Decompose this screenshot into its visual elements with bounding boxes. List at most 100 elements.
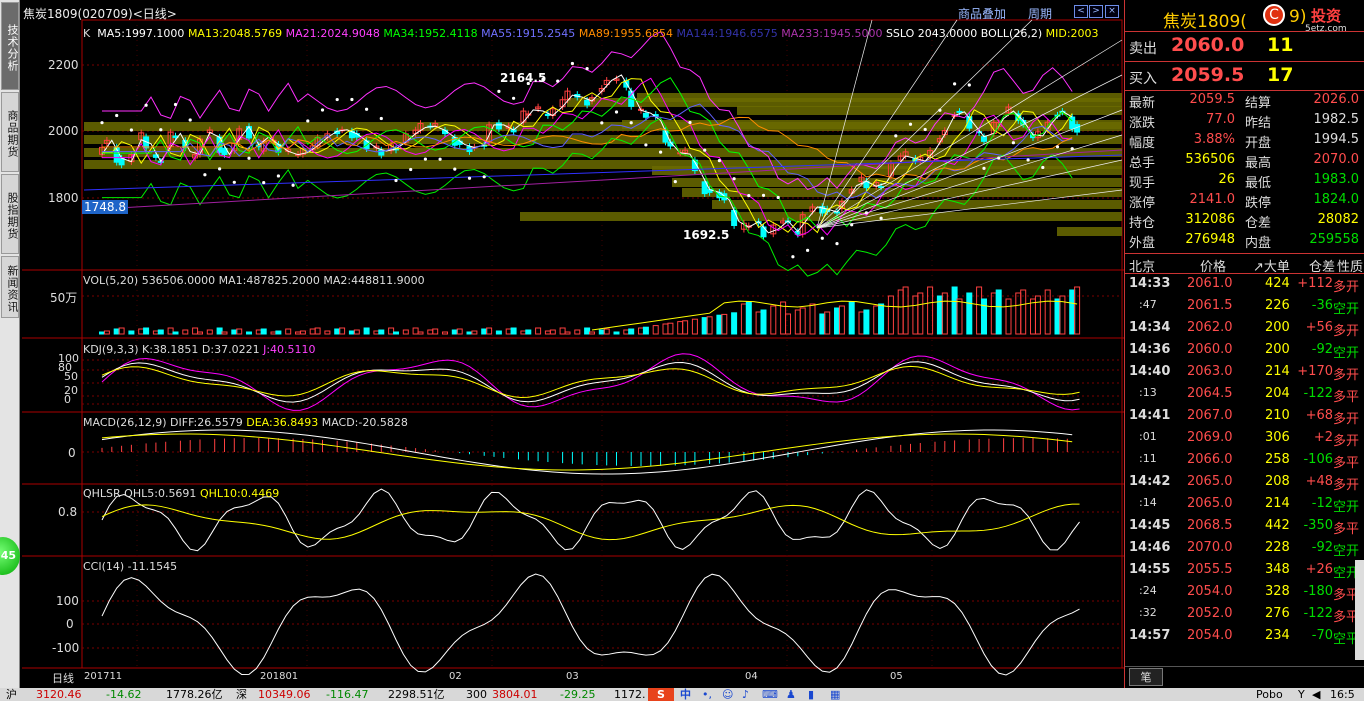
tick-price: 2068.5 — [1187, 518, 1233, 533]
qhlsr-legend: QHLSR QHL5:0.5691 QHL10:0.4469 — [83, 487, 280, 500]
volume-bar — [471, 330, 478, 335]
ime-menu-icon[interactable]: ▦ — [830, 688, 840, 701]
tick-price: 2064.5 — [1187, 386, 1233, 401]
tick-time: :47 — [1139, 298, 1157, 311]
candle-body — [981, 136, 987, 142]
tab-technical-analysis[interactable]: 技术分析 — [1, 2, 19, 90]
sar-dot — [335, 97, 339, 102]
tab-index-futures[interactable]: 股指期货 — [1, 174, 19, 254]
x-axis-03: 03 — [566, 671, 579, 682]
tick-change: +112 — [1297, 276, 1333, 291]
macd-axis: 0 — [68, 446, 76, 460]
ma-legend: K MA5:1997.1000 MA13:2048.5769 MA21:2024… — [83, 27, 1123, 40]
tick-time: 14:34 — [1129, 320, 1171, 335]
volume-bar — [897, 289, 904, 335]
volume-bar — [677, 321, 684, 335]
ime-logo-icon[interactable]: S — [648, 688, 674, 701]
sar-dot — [115, 113, 119, 118]
tab-news[interactable]: 新闻资讯 — [1, 256, 19, 318]
macd-legend: MACD(26,12,9) DIFF:26.5579 DEA:36.8493 M… — [83, 416, 408, 429]
quote-label: 跌停 — [1245, 196, 1272, 211]
x-axis-201801: 201801 — [260, 671, 299, 682]
period-button[interactable]: 周期 — [1028, 5, 1052, 22]
tick-header: 北京 价格 ↗大单 仓差 性质 — [1125, 255, 1364, 275]
sar-dot — [291, 183, 295, 187]
tick-volume: 204 — [1265, 386, 1290, 401]
sar-dot — [350, 97, 354, 102]
ime-keyboard-icon[interactable]: ⌨ — [762, 688, 778, 701]
volume-bar — [295, 331, 301, 335]
x-axis-04: 04 — [745, 671, 758, 682]
volume-bar — [544, 330, 551, 335]
window-right-icon[interactable]: > — [1089, 5, 1103, 18]
scrollbar[interactable] — [1355, 560, 1364, 660]
window-left-icon[interactable]: < — [1074, 5, 1088, 18]
ime-skin-icon[interactable]: ▮ — [808, 688, 814, 701]
volume-bar — [716, 314, 723, 335]
volume-bar — [956, 298, 963, 335]
volume-bar — [206, 329, 213, 335]
ime-punct-icon[interactable]: •, — [702, 688, 712, 701]
sar-dot — [512, 96, 516, 100]
tick-time: :14 — [1139, 496, 1157, 509]
tab-ticks[interactable]: 笔 — [1129, 668, 1163, 686]
legend-ma34: MA34:1952.4118 — [383, 27, 478, 40]
volume-bar — [285, 328, 292, 335]
volume-bar — [564, 331, 571, 335]
sar-dot — [894, 134, 898, 138]
tick-price: 2055.5 — [1187, 562, 1233, 577]
volume-bar — [99, 331, 105, 335]
tick-change: -106 — [1303, 452, 1333, 467]
ime-user-icon[interactable]: ♟ — [786, 688, 796, 701]
volume-profile-band — [637, 93, 1122, 102]
tick-change: -122 — [1303, 606, 1333, 621]
tick-volume: 226 — [1265, 298, 1290, 313]
sar-dot — [982, 166, 986, 170]
sar-dot — [467, 176, 472, 180]
tick-price: 2063.0 — [1187, 364, 1233, 379]
quote-value: 26 — [1218, 172, 1235, 187]
sar-dot — [320, 108, 325, 112]
ime-emoji-icon[interactable]: ☺ — [722, 688, 733, 701]
quote-label: 幅度 — [1129, 136, 1156, 151]
logo-url: 5etz.com — [1305, 24, 1347, 34]
price-marker: 1748.8 — [82, 200, 128, 214]
ime-mic-icon[interactable]: ♪ — [742, 688, 749, 701]
ime-mode[interactable]: 中 — [680, 688, 691, 701]
tab-commodity-futures[interactable]: 商品期货 — [1, 92, 19, 172]
tick-nature: 多平 — [1333, 390, 1360, 405]
volume-bar — [402, 329, 409, 335]
volume-bar — [819, 313, 826, 335]
window-close-icon[interactable]: × — [1105, 5, 1119, 18]
overlay-button[interactable]: 商品叠加 — [958, 5, 1006, 22]
volume-bar — [981, 298, 987, 335]
sar-dot — [218, 167, 222, 171]
kdj-axis: 100 80 50 20 0 — [58, 352, 79, 406]
volume-bar — [221, 331, 228, 335]
tick-change: -36 — [1311, 298, 1333, 313]
vol-axis: 50万 — [50, 291, 78, 305]
sar-dot — [129, 128, 133, 132]
sar-dot — [570, 61, 575, 66]
tick-price: 2065.0 — [1187, 496, 1233, 511]
sar-dot — [673, 180, 677, 184]
volume-bar — [324, 330, 331, 335]
price-axis-2200: 2200 — [48, 58, 79, 72]
sar-dot — [100, 121, 104, 125]
volume-bar — [917, 292, 924, 335]
quote-label: 最高 — [1245, 156, 1272, 171]
volume-bar — [848, 301, 855, 335]
volume-bar — [887, 295, 894, 335]
tick-volume: 306 — [1265, 430, 1290, 445]
left-tab-strip: 技术分析 商品期货 股指期货 新闻资讯 — [0, 0, 20, 688]
legend-ma89: MA89:1955.6854 — [578, 27, 674, 40]
sar-dot — [761, 193, 766, 197]
tick-price: 2066.0 — [1187, 452, 1233, 467]
buy-price: 2059.5 — [1171, 64, 1245, 86]
tick-change: -122 — [1303, 386, 1333, 401]
volume-bar — [941, 292, 948, 335]
tick-time: 14:55 — [1129, 562, 1171, 577]
volume-bar — [785, 313, 791, 335]
volume-bar — [260, 328, 267, 335]
tick-volume: 276 — [1265, 606, 1290, 621]
